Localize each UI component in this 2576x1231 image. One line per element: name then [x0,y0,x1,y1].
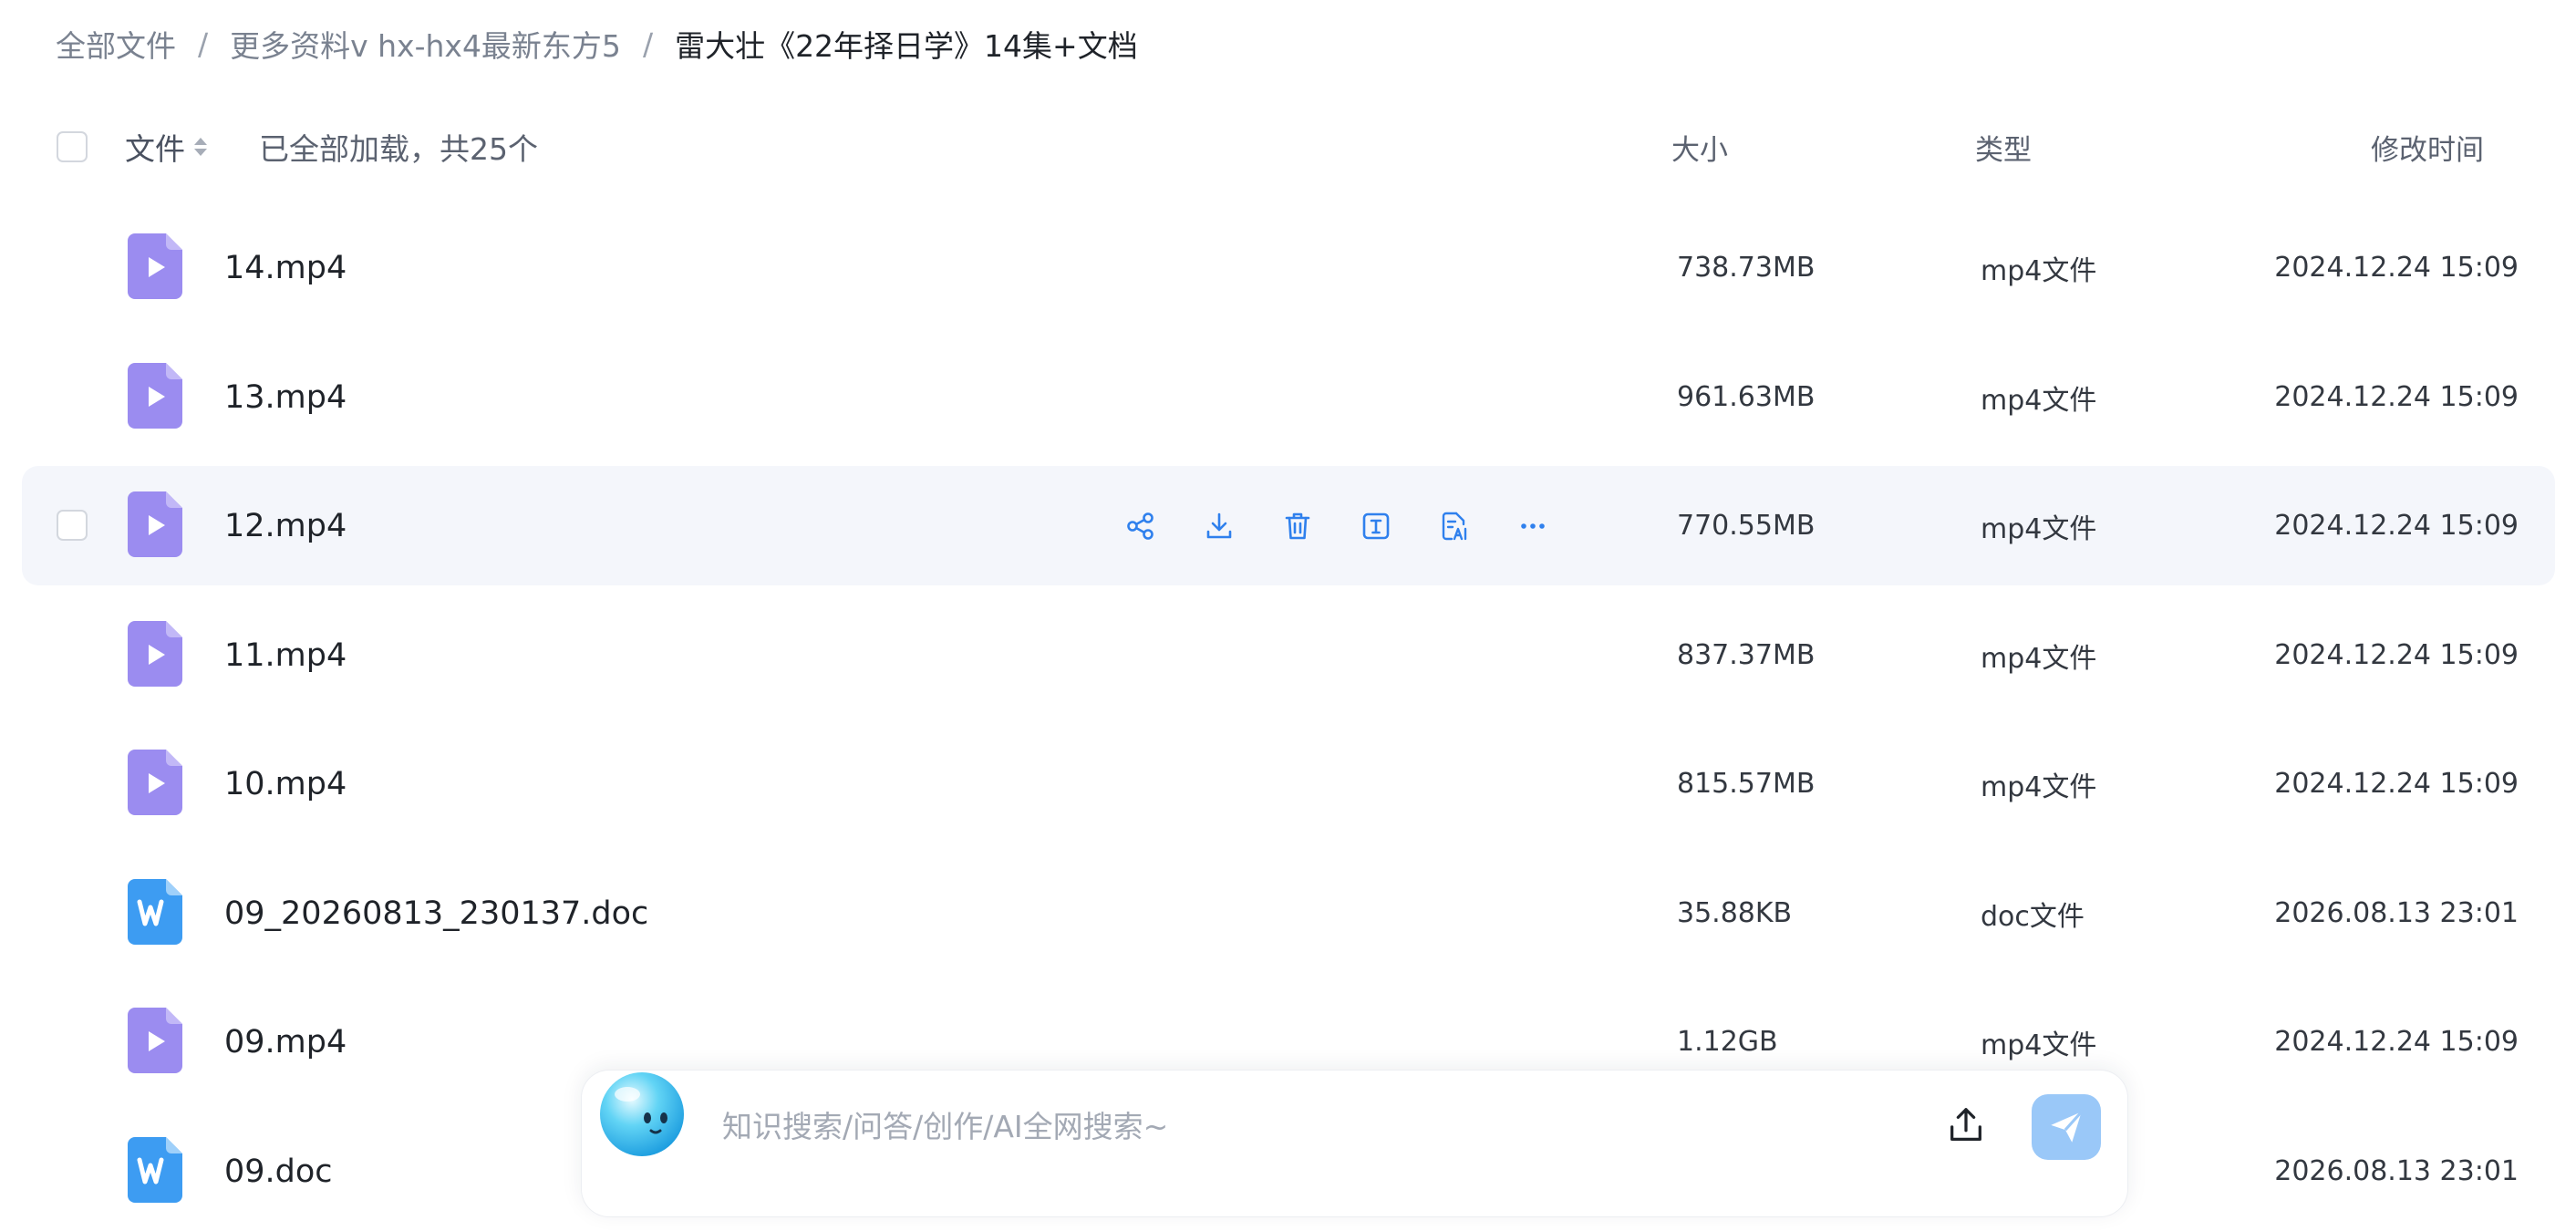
ai-assistant-bar [582,1071,2127,1216]
file-type: mp4文件 [1981,771,2097,803]
breadcrumb-current-folder: 雷大壮《22年择日学》14集+文档 [675,28,1138,64]
upload-icon [1950,1108,1981,1141]
column-header-file-label: 文件 [125,131,185,167]
file-type: doc文件 [1981,900,2085,933]
row-action-toolbar [1121,466,1591,585]
file-name[interactable]: 09.mp4 [224,982,347,1102]
column-header-size: 大小 [1671,133,1728,167]
ai-summary-icon [1442,512,1467,540]
ai-assistant-avatar-icon[interactable] [595,1067,689,1162]
rename-icon [1362,512,1390,539]
table-row[interactable]: 11.mp4 837.37MB mp4文件 2024.12.24 15:09 [22,595,2555,715]
video-file-icon [128,1008,182,1073]
table-row[interactable]: 09_20260813_230137.doc 35.88KB doc文件 202… [22,853,2555,973]
file-size: 738.73MB [1677,252,1816,284]
file-name[interactable]: 09_20260813_230137.doc [224,853,648,973]
breadcrumb-separator: / [642,26,654,62]
breadcrumb-item-all-files[interactable]: 全部文件 [56,22,176,66]
upload-button[interactable] [1940,1100,1991,1151]
ai-summary-button[interactable] [1434,506,1474,546]
sort-icon[interactable] [194,136,207,158]
video-file-icon [128,491,182,557]
delete-icon [1285,512,1310,539]
file-type: mp4文件 [1981,642,2097,675]
file-name[interactable]: 09.doc [224,1112,333,1231]
file-size: 815.57MB [1677,768,1816,800]
word-file-icon [128,1137,182,1203]
file-name[interactable]: 11.mp4 [224,595,347,715]
send-icon [2051,1111,2083,1143]
send-button[interactable] [2032,1094,2101,1160]
download-icon [1206,512,1232,538]
column-header-file[interactable]: 文件 [125,111,207,182]
file-size: 770.55MB [1677,510,1816,542]
word-file-icon [128,879,182,945]
more-icon [1521,522,1545,529]
table-row-hovered[interactable]: 12.mp4 770.55MB mp4文件 2024.12.24 15:09 [22,466,2555,585]
file-modified-time: 2024.12.24 15:09 [2274,1026,2519,1058]
download-button[interactable] [1199,506,1239,546]
file-name[interactable]: 13.mp4 [224,337,347,457]
file-modified-time: 2024.12.24 15:09 [2274,510,2519,542]
share-icon [1127,512,1154,540]
row-checkbox[interactable] [57,510,88,541]
video-file-icon [128,621,182,687]
file-modified-time: 2026.08.13 23:01 [2274,897,2519,929]
file-modified-time: 2024.12.24 15:09 [2274,381,2519,413]
file-modified-time: 2024.12.24 15:09 [2274,768,2519,800]
table-row[interactable]: 10.mp4 815.57MB mp4文件 2024.12.24 15:09 [22,724,2555,843]
breadcrumb: 全部文件 / 更多资料v hx-hx4最新东方5 / 雷大壮《22年择日学》14… [56,20,1138,67]
file-size: 837.37MB [1677,639,1816,671]
breadcrumb-item-more-materials[interactable]: 更多资料v hx-hx4最新东方5 [230,22,621,66]
file-type: mp4文件 [1981,512,2097,545]
more-button[interactable] [1513,506,1553,546]
video-file-icon [128,363,182,429]
video-file-icon [128,233,182,299]
file-size: 35.88KB [1677,897,1793,929]
rename-button[interactable] [1356,506,1396,546]
column-header-type: 类型 [1975,133,2032,167]
delete-button[interactable] [1278,506,1318,546]
file-modified-time: 2026.08.13 23:01 [2274,1155,2519,1187]
file-size: 961.63MB [1677,381,1816,413]
table-row[interactable]: 14.mp4 738.73MB mp4文件 2024.12.24 15:09 [22,208,2555,327]
file-list-header: 文件 已全部加载，共25个 大小 类型 修改时间 [0,111,2576,182]
file-type: mp4文件 [1981,384,2097,417]
video-file-icon [128,750,182,815]
loaded-status: 已全部加载，共25个 [259,131,538,167]
column-header-modified-time: 修改时间 [2371,133,2484,167]
file-type: mp4文件 [1981,254,2097,287]
file-name[interactable]: 10.mp4 [224,724,347,843]
select-all-checkbox[interactable] [57,131,88,162]
file-modified-time: 2024.12.24 15:09 [2274,252,2519,284]
ai-search-input[interactable] [720,1096,1818,1156]
file-name[interactable]: 14.mp4 [224,208,347,327]
file-modified-time: 2024.12.24 15:09 [2274,639,2519,671]
share-button[interactable] [1121,506,1161,546]
breadcrumb-separator: / [198,26,209,62]
table-row[interactable]: 13.mp4 961.63MB mp4文件 2024.12.24 15:09 [22,337,2555,457]
file-name[interactable]: 12.mp4 [224,466,347,585]
